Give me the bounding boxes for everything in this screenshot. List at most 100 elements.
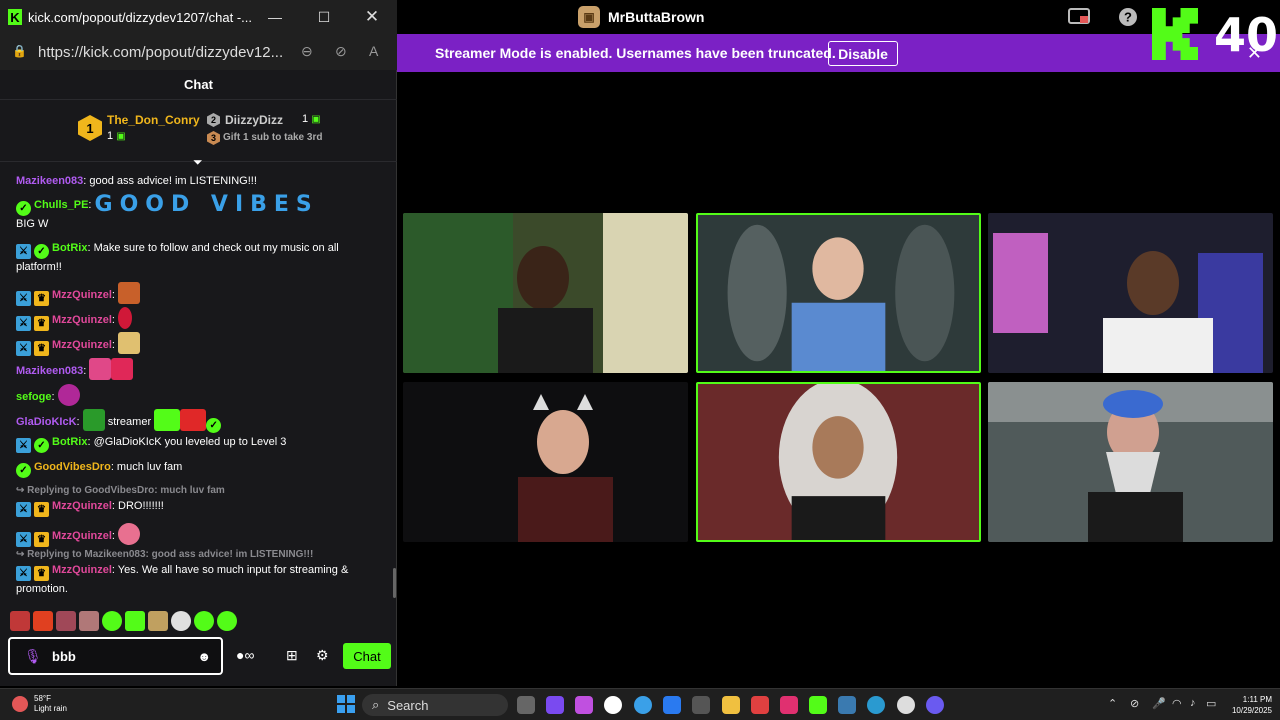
emote-image[interactable] (82, 409, 105, 431)
emote-image[interactable] (125, 611, 145, 631)
verified-badge-icon: ✓ (16, 201, 31, 216)
task-view-icon[interactable] (517, 696, 535, 714)
settings-app-icon[interactable] (897, 696, 915, 714)
chat-username[interactable]: MzzQuinzel (52, 500, 112, 512)
rank-3-medal-icon: 3 (207, 131, 220, 145)
app-icon[interactable] (780, 696, 798, 714)
emote-image[interactable] (89, 358, 112, 380)
chat-window-titlebar: K kick.com/popout/dizzydev1207/chat -...… (0, 0, 397, 34)
chat-message-text: : (51, 391, 55, 403)
kick-app-icon[interactable] (809, 696, 827, 714)
chat-scrollbar[interactable] (393, 568, 396, 598)
tray-expand-icon[interactable]: ⌃ (1108, 697, 1117, 710)
emote-image[interactable] (79, 611, 99, 631)
emote-image[interactable] (118, 523, 141, 545)
send-chat-button[interactable]: Chat (343, 643, 391, 669)
emote-image[interactable] (118, 307, 133, 329)
chat-message-text: BIG W (16, 218, 49, 230)
camera-tile-2[interactable] (696, 213, 981, 373)
chat-username[interactable]: GoodVibesDro (34, 461, 111, 473)
tracking-prevention-icon[interactable]: ⊘ (335, 43, 347, 60)
maximize-icon[interactable]: ☐ (313, 6, 335, 28)
url-bar[interactable]: 🔒 https://kick.com/popout/dizzydev12... … (0, 34, 397, 70)
chat-message-input[interactable] (52, 649, 192, 664)
app-icon[interactable] (546, 696, 564, 714)
volume-icon[interactable]: ♪ (1190, 697, 1196, 709)
chat-input-box[interactable]: 🎙 ☻ (8, 637, 223, 675)
channel-points-icon[interactable]: ●∞ (236, 647, 254, 663)
emote-image[interactable] (148, 611, 168, 631)
chat-username[interactable]: sefoge (16, 391, 51, 403)
chat-username[interactable]: BotRix (52, 436, 87, 448)
chat-message: ⚔ ♛ MzzQuinzel: (16, 282, 376, 306)
chat-username[interactable]: GlaDioKIcK (16, 416, 77, 428)
leaderboard-second-name[interactable]: DiizzyDizz (225, 113, 283, 127)
leaderboard-first-name[interactable]: The_Don_Conry (107, 113, 200, 127)
reply-context[interactable]: ↪ Replying to Mazikeen083: good ass advi… (16, 549, 313, 560)
camera-tile-4[interactable] (403, 382, 688, 542)
chat-username[interactable]: Chulls_PE (34, 199, 88, 211)
chat-message-text: : good ass advice! im LISTENING!!! (83, 175, 257, 187)
chat-username[interactable]: MzzQuinzel (52, 314, 112, 326)
close-icon[interactable]: ✕ (361, 6, 383, 28)
emote-image[interactable] (118, 282, 141, 304)
chat-username[interactable]: MzzQuinzel (52, 339, 112, 351)
emote-image[interactable] (180, 409, 207, 431)
emote-image[interactable] (102, 611, 122, 631)
microphone-tray-icon[interactable]: 🎤 (1152, 697, 1166, 710)
chat-username[interactable]: MzzQuinzel (52, 564, 112, 576)
chat-username[interactable]: BotRix (52, 242, 87, 254)
discord-icon[interactable] (926, 696, 944, 714)
disable-streamer-mode-button[interactable]: Disable (828, 41, 898, 66)
chat-message: ⚔ ♛ MzzQuinzel: Yes. We all have so much i… (16, 562, 376, 598)
emote-image[interactable] (10, 611, 30, 631)
url-text[interactable]: https://kick.com/popout/dizzydev12... (38, 44, 283, 61)
reply-context[interactable]: ↪ Replying to GoodVibesDro: much luv fam (16, 485, 225, 496)
emote-image[interactable] (111, 358, 134, 380)
camera-tile-5[interactable] (696, 382, 981, 542)
cast-icon[interactable] (1068, 6, 1090, 28)
chat-username[interactable]: MzzQuinzel (52, 530, 112, 542)
emote-image[interactable] (118, 332, 141, 354)
emoji-picker-icon[interactable]: ☻ (197, 649, 211, 664)
taskbar-search[interactable]: ⌕ Search (362, 694, 508, 716)
minimize-icon[interactable]: — (264, 6, 286, 28)
emote-image[interactable] (217, 611, 237, 631)
app-icon[interactable] (634, 696, 652, 714)
streamer-mode-banner: Streamer Mode is enabled. Usernames have… (396, 34, 1280, 72)
settings-icon[interactable]: ⚙ (316, 647, 329, 664)
emote-image[interactable] (33, 611, 53, 631)
zoom-app-icon[interactable] (663, 696, 681, 714)
chat-username[interactable]: Mazikeen083 (16, 365, 83, 377)
app-icon[interactable] (838, 696, 856, 714)
app-icon[interactable] (575, 696, 593, 714)
system-clock[interactable]: 1:11 PM 10/29/2025 (1222, 694, 1272, 716)
weather-widget[interactable]: 58°F Light rain (12, 694, 67, 714)
camera-tile-1[interactable] (403, 213, 688, 373)
wifi-icon[interactable]: ◠ (1172, 697, 1182, 710)
emote-image[interactable] (57, 384, 80, 406)
file-explorer-icon[interactable] (722, 696, 740, 714)
start-button[interactable] (337, 695, 355, 713)
read-aloud-icon[interactable]: A (369, 43, 378, 59)
tray-app-icon[interactable]: ⊘ (1130, 697, 1139, 710)
hp-icon[interactable] (604, 696, 622, 714)
emote-image[interactable] (171, 611, 191, 631)
chat-username[interactable]: MzzQuinzel (52, 289, 112, 301)
app-icon[interactable] (751, 696, 769, 714)
help-icon[interactable]: ? (1117, 6, 1139, 28)
chat-message-text: : much luv fam (110, 461, 183, 473)
camera-tile-3[interactable] (988, 213, 1273, 373)
store-icon[interactable]: ⊞ (286, 647, 298, 664)
moderator-badge-icon: ⚔ (16, 341, 31, 356)
emote-image[interactable] (194, 611, 214, 631)
zoom-icon[interactable]: ⊖ (301, 43, 313, 60)
emote-image[interactable] (154, 409, 181, 431)
edge-browser-icon[interactable] (867, 696, 885, 714)
store-app-icon[interactable] (692, 696, 710, 714)
emote-image[interactable] (56, 611, 76, 631)
battery-icon[interactable]: ▭ (1206, 697, 1216, 710)
microphone-icon[interactable]: 🎙 (24, 648, 42, 665)
camera-tile-6[interactable] (988, 382, 1273, 542)
chat-username[interactable]: Mazikeen083 (16, 175, 83, 187)
